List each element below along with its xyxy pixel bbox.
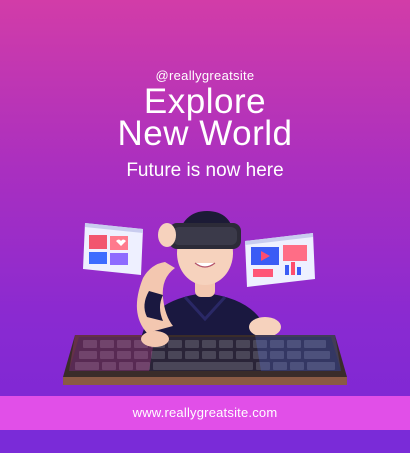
footer-website: www.reallygreatsite.com [132,405,278,420]
keyboard-icon [63,335,347,385]
social-handle: @reallygreatsite [155,68,255,83]
bottom-strip [0,430,410,453]
headline: Explore New World [0,84,410,153]
floating-screen-icon [245,233,315,287]
poster: @reallygreatsite Explore New World Futur… [0,0,410,453]
vr-headset-icon [169,223,241,249]
subtitle: Future is now here [126,160,284,181]
floating-screen-icon [83,223,143,275]
headline-line-2: New World [117,114,293,153]
vr-user-illustration [63,211,347,385]
